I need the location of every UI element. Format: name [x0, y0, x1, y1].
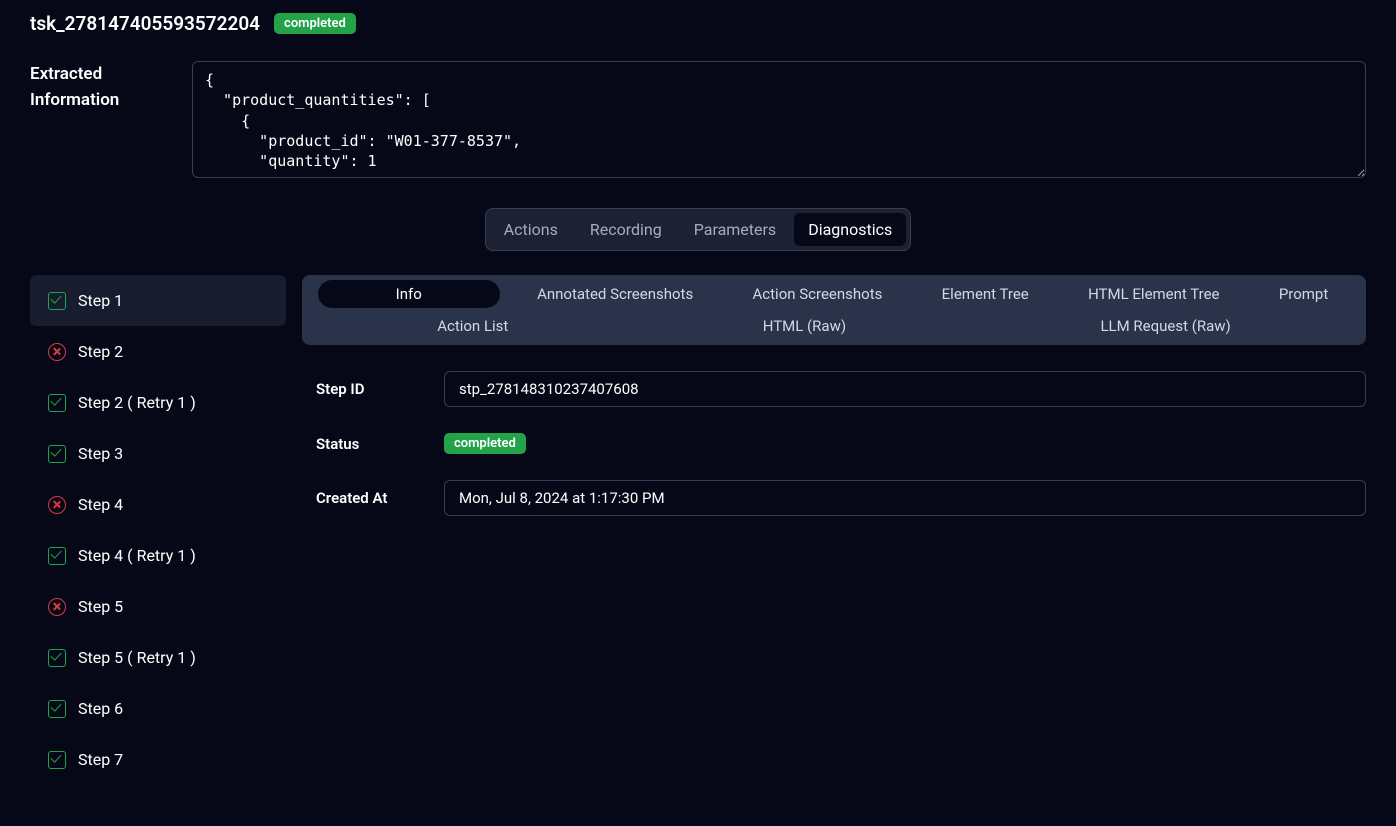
- top-tabs-container: ActionsRecordingParametersDiagnostics: [0, 198, 1396, 275]
- detail-column: Info Annotated Screenshots Action Screensh…: [302, 275, 1366, 785]
- step-id-value[interactable]: stp_278148310237407608: [444, 371, 1366, 407]
- step-item[interactable]: Step 2: [30, 326, 286, 377]
- step-label: Step 2: [78, 342, 123, 361]
- tab-actions[interactable]: Actions: [490, 213, 572, 246]
- tab-diagnostics[interactable]: Diagnostics: [794, 213, 906, 246]
- subtab-llm-request-raw-[interactable]: LLM Request (Raw): [1078, 312, 1252, 340]
- info-panel: Step ID stp_278148310237407608 Status co…: [302, 345, 1366, 516]
- status-label: Status: [316, 435, 444, 453]
- step-status-badge: completed: [444, 433, 526, 454]
- step-label: Step 4: [78, 495, 123, 514]
- step-item[interactable]: Step 4 ( Retry 1 ): [30, 530, 286, 581]
- subtabs: Info Annotated Screenshots Action Screensh…: [302, 275, 1366, 345]
- check-icon: [48, 445, 66, 463]
- check-icon: [48, 292, 66, 310]
- x-icon: [48, 343, 66, 361]
- extracted-label: Extracted Information: [30, 61, 156, 114]
- step-label: Step 4 ( Retry 1 ): [78, 546, 196, 565]
- step-label: Step 1: [78, 291, 123, 310]
- step-item[interactable]: Step 3: [30, 428, 286, 479]
- step-label: Step 3: [78, 444, 123, 463]
- step-label: Step 6: [78, 699, 123, 718]
- top-tabs: ActionsRecordingParametersDiagnostics: [485, 208, 912, 251]
- x-icon: [48, 598, 66, 616]
- created-at-value[interactable]: Mon, Jul 8, 2024 at 1:17:30 PM: [444, 480, 1366, 516]
- check-icon: [48, 649, 66, 667]
- check-icon: [48, 394, 66, 412]
- info-row-created: Created At Mon, Jul 8, 2024 at 1:17:30 P…: [316, 480, 1366, 516]
- status-badge: completed: [274, 13, 356, 34]
- subtab-html-raw-[interactable]: HTML (Raw): [741, 312, 868, 340]
- subtab-action-screenshots[interactable]: Action Screenshots: [731, 280, 905, 308]
- main-area: Step 1 Step 2 Step 2 ( Retry 1 ) Step 3 Step…: [0, 275, 1396, 785]
- step-item[interactable]: Step 4: [30, 479, 286, 530]
- tab-parameters[interactable]: Parameters: [680, 213, 790, 246]
- created-at-label: Created At: [316, 489, 444, 507]
- step-label: Step 5: [78, 597, 123, 616]
- subtab-annotated-screenshots[interactable]: Annotated Screenshots: [515, 280, 715, 308]
- subtab-prompt[interactable]: Prompt: [1257, 280, 1350, 308]
- tab-recording[interactable]: Recording: [576, 213, 676, 246]
- step-item[interactable]: Step 5 ( Retry 1 ): [30, 632, 286, 683]
- subtab-element-tree[interactable]: Element Tree: [920, 280, 1051, 308]
- extracted-content[interactable]: { "product_quantities": [ { "product_id"…: [192, 61, 1366, 178]
- step-label: Step 5 ( Retry 1 ): [78, 648, 196, 667]
- task-id: tsk_278147405593572204: [30, 12, 260, 35]
- check-icon: [48, 547, 66, 565]
- check-icon: [48, 700, 66, 718]
- info-row-status: Status completed: [316, 433, 1366, 454]
- step-item[interactable]: Step 1: [30, 275, 286, 326]
- subtab-info[interactable]: Info: [318, 280, 500, 308]
- subtab-html-element-tree[interactable]: HTML Element Tree: [1066, 280, 1241, 308]
- steps-list: Step 1 Step 2 Step 2 ( Retry 1 ) Step 3 Step…: [30, 275, 286, 785]
- extracted-section: Extracted Information { "product_quantit…: [0, 53, 1396, 198]
- step-label: Step 2 ( Retry 1 ): [78, 393, 196, 412]
- x-icon: [48, 496, 66, 514]
- header-row: tsk_278147405593572204 completed: [0, 0, 1396, 53]
- check-icon: [48, 751, 66, 769]
- step-label: Step 7: [78, 750, 123, 769]
- step-item[interactable]: Step 7: [30, 734, 286, 785]
- step-id-label: Step ID: [316, 380, 444, 398]
- info-row-step-id: Step ID stp_278148310237407608: [316, 371, 1366, 407]
- step-item[interactable]: Step 6: [30, 683, 286, 734]
- subtab-action-list[interactable]: Action List: [415, 312, 530, 340]
- step-item[interactable]: Step 2 ( Retry 1 ): [30, 377, 286, 428]
- step-item[interactable]: Step 5: [30, 581, 286, 632]
